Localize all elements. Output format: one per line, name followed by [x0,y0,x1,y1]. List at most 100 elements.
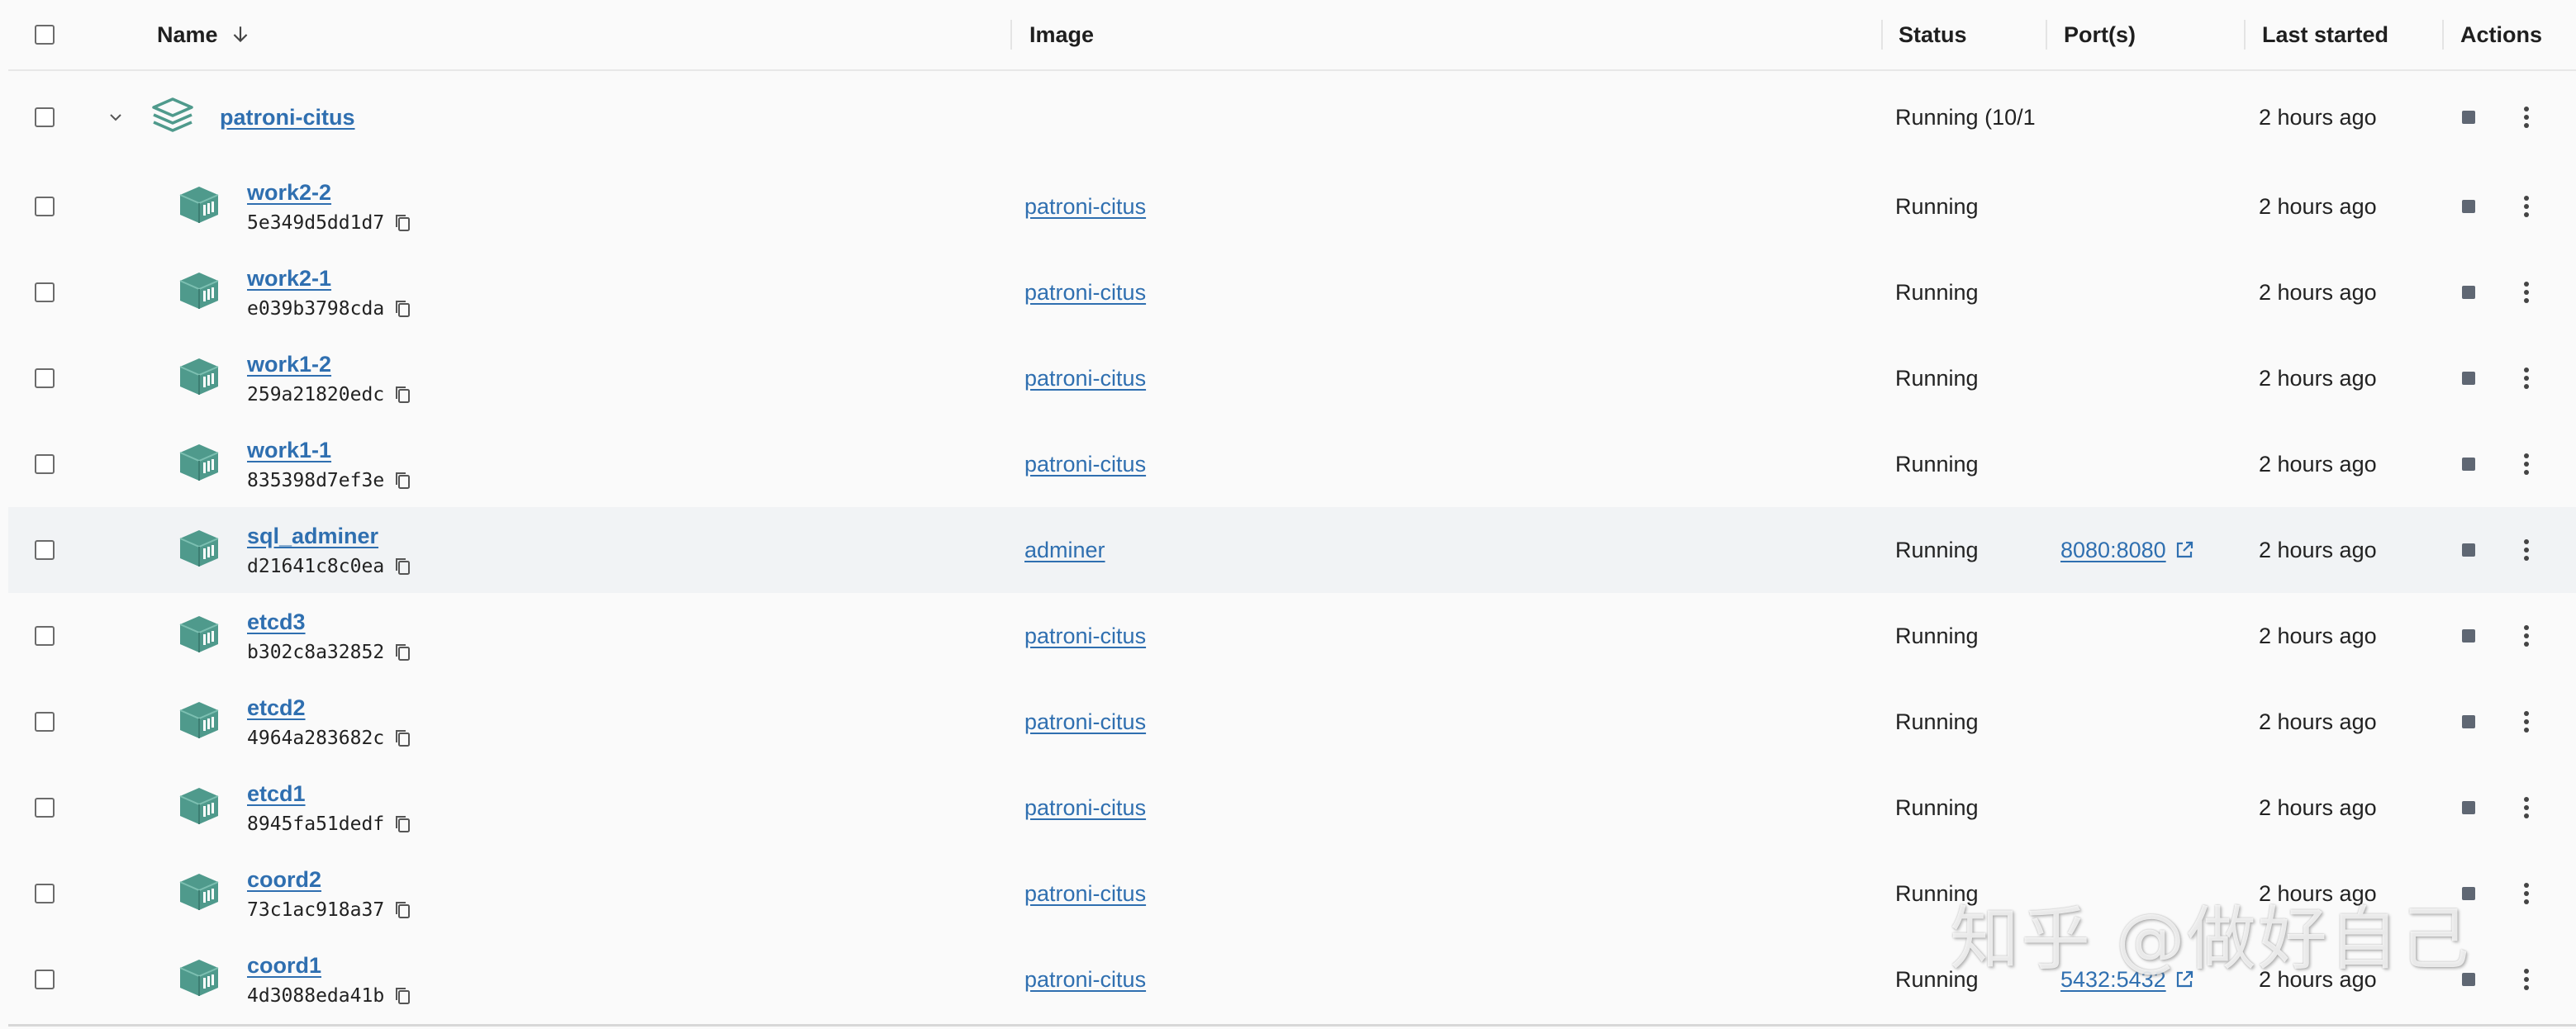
image-column-header[interactable]: Image [1029,0,1094,69]
image-link[interactable]: patroni-citus [1024,967,1146,993]
image-link[interactable]: patroni-citus [1024,280,1146,306]
image-link[interactable]: patroni-citus [1024,881,1146,907]
container-row[interactable]: etcd1 8945fa51dedf patroni-citus Running [8,765,2576,851]
stop-icon[interactable] [2462,200,2475,213]
container-name-link[interactable]: work2-1 [247,266,412,292]
container-row[interactable]: etcd2 4964a283682c patroni-citus Running [8,679,2576,765]
port-link[interactable]: 5432:5432 [2060,967,2166,993]
copy-icon[interactable] [394,213,412,233]
external-link-icon[interactable] [2174,970,2194,989]
column-divider[interactable] [1881,20,1883,50]
more-vertical-icon[interactable] [2523,106,2530,129]
more-vertical-icon[interactable] [2523,710,2530,733]
copy-icon[interactable] [394,557,412,576]
stop-icon[interactable] [2462,458,2475,471]
container-status: Running [1895,709,1979,734]
image-link[interactable]: patroni-citus [1024,366,1146,391]
row-checkbox[interactable] [35,626,55,646]
container-row[interactable]: coord1 4d3088eda41b patroni-citus Runnin… [8,937,2576,1022]
group-row[interactable]: patroni-citus Running (10/1 2 hours ago [8,71,2576,164]
container-name-link[interactable]: work1-2 [247,352,412,377]
stop-icon[interactable] [2462,286,2475,299]
container-name-cell: coord2 73c1ac918a37 [247,851,412,937]
stop-icon[interactable] [2462,372,2475,385]
name-column-header[interactable]: Name [157,0,251,69]
image-link[interactable]: patroni-citus [1024,194,1146,220]
container-name-link[interactable]: coord1 [247,953,412,979]
more-vertical-icon[interactable] [2523,453,2530,476]
container-name-cell: work2-1 e039b3798cda [247,249,412,335]
container-row[interactable]: etcd3 b302c8a32852 patroni-citus Running [8,593,2576,679]
copy-icon[interactable] [394,728,412,748]
row-checkbox[interactable] [35,884,55,903]
port-link[interactable]: 8080:8080 [2060,538,2166,563]
container-row[interactable]: work1-2 259a21820edc patroni-citus Runni… [8,335,2576,421]
stop-icon[interactable] [2462,801,2475,814]
stop-icon[interactable] [2462,887,2475,900]
row-checkbox[interactable] [35,970,55,989]
container-name-link[interactable]: sql_adminer [247,524,412,549]
copy-icon[interactable] [394,986,412,1006]
row-checkbox[interactable] [35,454,55,474]
image-link[interactable]: patroni-citus [1024,709,1146,735]
container-row[interactable]: work2-2 5e349d5dd1d7 patroni-citus Runni… [8,164,2576,249]
select-all-checkbox[interactable] [35,25,55,45]
menu-cell [2523,164,2530,249]
more-vertical-icon[interactable] [2523,195,2530,218]
more-vertical-icon[interactable] [2523,624,2530,647]
container-row[interactable]: work1-1 835398d7ef3e patroni-citus Runni… [8,421,2576,507]
stop-icon[interactable] [2462,543,2475,557]
external-link-icon[interactable] [2174,540,2194,560]
group-name-link[interactable]: patroni-citus [220,105,355,130]
stop-icon[interactable] [2462,629,2475,643]
stop-cell [2462,593,2475,679]
copy-icon[interactable] [394,385,412,405]
stop-icon[interactable] [2462,973,2475,986]
row-checkbox[interactable] [35,282,55,302]
container-row[interactable]: sql_adminer d21641c8c0ea adminer Running [8,507,2576,593]
row-checkbox[interactable] [35,197,55,216]
more-vertical-icon[interactable] [2523,367,2530,390]
copy-icon[interactable] [394,814,412,834]
image-link[interactable]: patroni-citus [1024,795,1146,821]
last-started-column-header[interactable]: Last started [2262,0,2388,69]
more-vertical-icon[interactable] [2523,882,2530,905]
copy-icon[interactable] [394,900,412,920]
status-column-header[interactable]: Status [1899,0,1967,69]
copy-icon[interactable] [394,643,412,662]
copy-icon[interactable] [394,299,412,319]
container-name-link[interactable]: work2-2 [247,180,412,206]
container-row[interactable]: coord2 73c1ac918a37 patroni-citus Runnin… [8,851,2576,937]
column-divider[interactable] [2046,20,2047,50]
copy-icon[interactable] [394,471,412,491]
sort-descending-icon[interactable] [230,24,251,45]
row-checkbox[interactable] [35,368,55,388]
last-started-cell: 2 hours ago [2259,851,2377,937]
row-select-cell [35,421,55,507]
image-link[interactable]: patroni-citus [1024,452,1146,477]
image-link[interactable]: patroni-citus [1024,624,1146,649]
chevron-down-icon[interactable] [106,107,126,127]
column-divider[interactable] [2442,20,2444,50]
container-name-link[interactable]: etcd3 [247,609,412,635]
stop-icon[interactable] [2462,715,2475,728]
group-checkbox[interactable] [35,107,55,127]
ports-column-header[interactable]: Port(s) [2064,0,2136,69]
more-vertical-icon[interactable] [2523,281,2530,304]
image-link[interactable]: adminer [1024,538,1105,563]
row-checkbox[interactable] [35,798,55,818]
row-checkbox[interactable] [35,712,55,732]
stop-icon[interactable] [2462,111,2475,124]
container-name-link[interactable]: coord2 [247,867,412,893]
container-row[interactable]: work2-1 e039b3798cda patroni-citus Runni… [8,249,2576,335]
container-name-link[interactable]: etcd2 [247,695,412,721]
column-divider[interactable] [2244,20,2246,50]
container-name-link[interactable]: etcd1 [247,781,412,807]
last-started-header-label: Last started [2262,21,2389,47]
more-vertical-icon[interactable] [2523,538,2530,562]
more-vertical-icon[interactable] [2523,796,2530,819]
row-checkbox[interactable] [35,540,55,560]
column-divider[interactable] [1010,20,1012,50]
more-vertical-icon[interactable] [2523,968,2530,991]
container-name-link[interactable]: work1-1 [247,438,412,463]
